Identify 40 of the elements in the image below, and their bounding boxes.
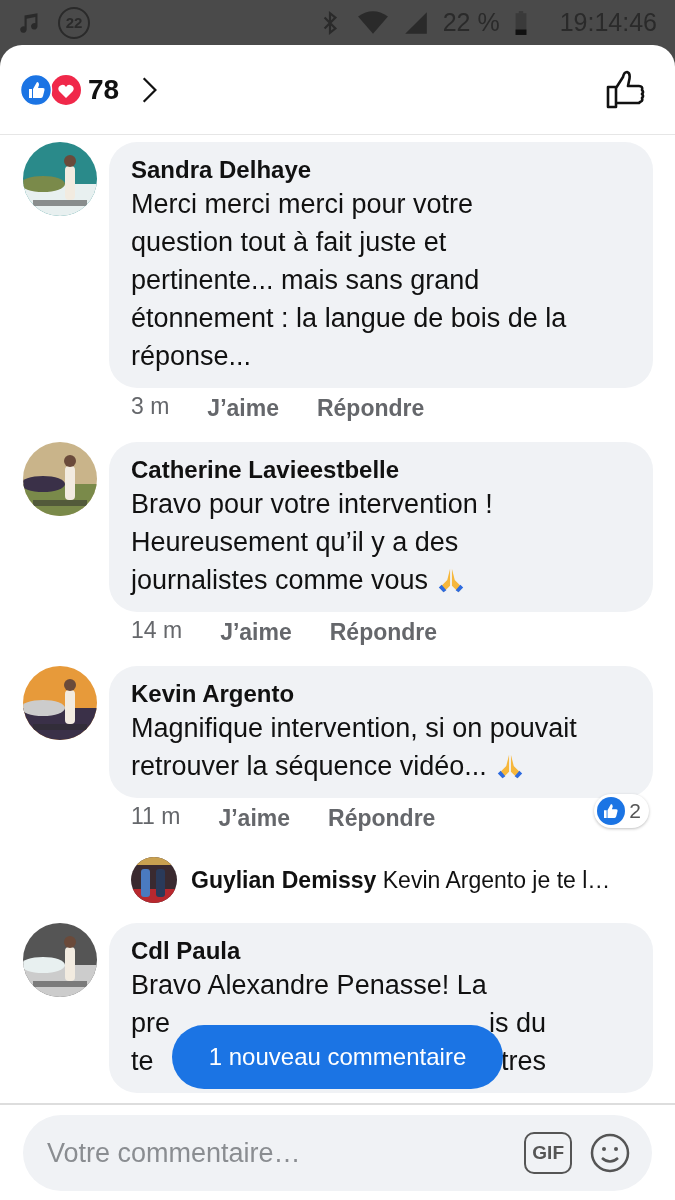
comment-text: journalistes comme vous (131, 564, 429, 597)
signal-icon (402, 9, 429, 36)
wifi-icon (356, 9, 389, 36)
comment-text: question tout à fait juste et (131, 226, 447, 259)
comment-text: Bravo pour votre intervention ! (131, 488, 493, 521)
smiley-icon[interactable] (590, 1133, 630, 1173)
comment-text: pertinente... mais sans grand (131, 264, 480, 297)
reply-preview[interactable]: Guylian Demissy Kevin Argento je te l… (191, 866, 611, 894)
reaction-badge[interactable]: 2 (594, 794, 649, 828)
comment-text: te (131, 1045, 154, 1078)
comment-time: 14 m (131, 617, 183, 645)
comment-text: retrouver la séquence vidéo... (131, 750, 487, 783)
comment-input[interactable]: Votre commentaire… GIF (23, 1115, 652, 1191)
comment-text: Bravo Alexandre Penasse! La (131, 969, 487, 1002)
author-name[interactable]: Kevin Argento (131, 679, 633, 709)
gif-button[interactable]: GIF (524, 1132, 572, 1174)
comment-time: 3 m (131, 393, 170, 421)
comment-text: Merci merci merci pour votre (131, 188, 474, 221)
reply-link[interactable]: Répondre (329, 617, 438, 647)
thumbs-up-icon[interactable] (605, 69, 645, 110)
reply-link[interactable]: Répondre (328, 803, 436, 833)
author-name[interactable]: Catherine Lavieestbelle (131, 455, 633, 485)
comment-text: Heureusement qu’il y a des (131, 526, 459, 559)
reply-link[interactable]: Répondre (316, 393, 425, 423)
like-love-reactions-icon[interactable] (20, 73, 82, 106)
like-icon (597, 797, 626, 825)
comment-text: réponse... (131, 340, 252, 373)
comment-text: Magnifique intervention, si on pouvait (131, 712, 577, 745)
author-name[interactable]: Cdl Paula (131, 936, 633, 966)
comment-text: tres (501, 1045, 546, 1078)
comment-time: 11 m (131, 803, 181, 831)
reaction-count: 2 (629, 799, 641, 823)
like-link[interactable]: J’aime (220, 617, 292, 647)
battery-icon (513, 9, 528, 36)
like-link[interactable]: J’aime (207, 393, 279, 423)
like-link[interactable]: J’aime (218, 803, 291, 833)
comment-text: pre (131, 1007, 171, 1040)
comment-text: étonnement : la langue de bois de la (131, 302, 567, 335)
reaction-count[interactable]: 78 (88, 73, 120, 106)
author-name[interactable]: Sandra Delhaye (131, 155, 633, 185)
